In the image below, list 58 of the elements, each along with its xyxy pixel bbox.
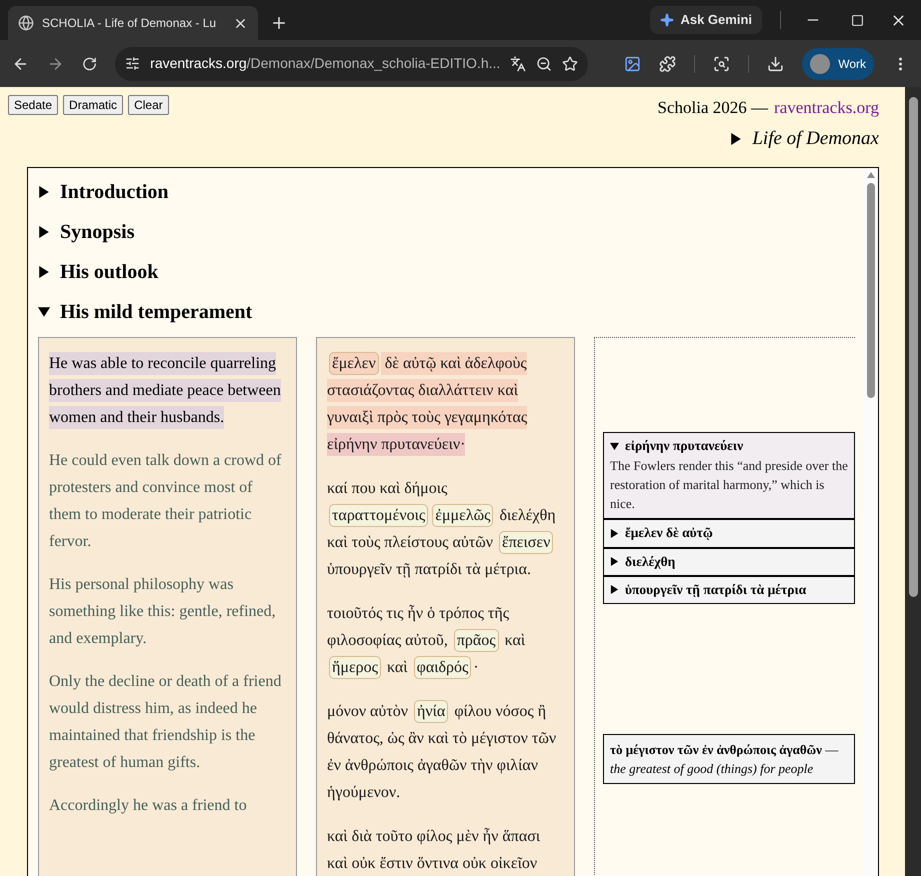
greek-paragraph: καὶ διὰ τοῦτο φίλος μὲν ἦν ἅπασι καὶ οὐκ ἔστιν ὅντινα οὐκ οἰκεῖον <box>327 826 542 874</box>
gloss-word[interactable]: ἥμερος <box>329 656 381 679</box>
sparkle-icon <box>660 13 674 27</box>
theme-button[interactable]: Clear <box>128 95 169 115</box>
translate-icon[interactable] <box>510 56 526 72</box>
ask-gemini-button[interactable]: Ask Gemini <box>650 6 762 34</box>
browser-tab[interactable]: SCHOLIA - Life of Demonax - Lu <box>8 6 258 40</box>
download-icon[interactable] <box>767 54 784 72</box>
note-item[interactable]: εἰρήνην πρυτανεύειν The Fowlers render this “and preside over the restoration of marital harmony,” which is nice. <box>604 433 854 518</box>
greek-paragraph: καί που καὶ δήμοις ταραττομένοις ἐμμελῶς διελέχθη καὶ τοὺς πλείστους αὐτῶν ἔπεισεν ὑπουργεῖν τῇ πατρίδι τὰ μέτρια. <box>327 479 557 580</box>
site-title: Scholia 2026 — <box>658 97 768 119</box>
zoom-icon[interactable] <box>536 56 552 72</box>
gloss-word[interactable]: ταραττομένοις <box>329 504 428 527</box>
note-item[interactable]: ἔμελεν δὲ αὐτῷ <box>604 518 854 546</box>
section-toggle[interactable]: Introduction <box>38 172 863 212</box>
translation-paragraph: His personal philosophy was something like this: gentle, refined, and exemplary. <box>49 575 277 649</box>
note-item[interactable]: ὑπουργεῖν τῇ πατρίδι τὰ μέτρια <box>604 574 854 603</box>
greek-paragraph: τοιοῦτός τις ἦν ὁ τρόπος τῆς φιλοσοφίας αὐτοῦ, πρᾶος καὶ ἥμερος καὶ φαιδρός · <box>327 600 564 681</box>
section-toggle[interactable]: His outlook <box>38 252 863 292</box>
theme-button[interactable]: Dramatic <box>63 95 124 115</box>
gloss-word[interactable]: ἔμελεν <box>329 352 379 375</box>
section-toggle[interactable]: His mild temperament <box>38 292 863 332</box>
page-scrollbar[interactable] <box>905 87 921 876</box>
greek-paragraph: μόνον αὐτὸν ἠνία φίλου νόσος ἢ θάνατος, ὡς ἂν καὶ τὸ μέγιστον τῶν ἐν ἀνθρώποις ἀγαθῶν τὴν φιλίαν ἡγούμενον. <box>327 698 564 806</box>
maximize-icon[interactable] <box>851 14 864 26</box>
profile-button[interactable]: Work <box>802 48 874 80</box>
new-tab-icon[interactable] <box>270 14 288 32</box>
globe-icon <box>18 15 34 31</box>
gloss-word[interactable]: ἔπεισεν <box>498 531 554 554</box>
footnote-text: τὸ μέγιστον τῶν ἐν ἀνθρώποις ἀγαθῶν — the greatest of good (things) for people <box>610 742 838 776</box>
theme-button[interactable]: Sedate <box>8 95 58 115</box>
gloss-word[interactable]: ἠνία <box>414 700 448 723</box>
section-toggle[interactable]: Synopsis <box>38 212 863 252</box>
gloss-word[interactable]: φαιδρός <box>414 656 472 679</box>
star-icon[interactable] <box>562 56 578 72</box>
url-text: raventracks.org/Demonax/Demonax_scholia-EDITIO.h... <box>150 54 500 73</box>
scroll-up-icon[interactable] <box>866 172 874 178</box>
page-nav-toggle[interactable]: Life of Demonax <box>730 124 879 153</box>
scrollbar-thumb[interactable] <box>908 97 918 597</box>
site-settings-icon[interactable] <box>125 56 140 71</box>
panel-scrollbar[interactable] <box>863 168 878 876</box>
image-extension-icon[interactable] <box>624 54 642 72</box>
translation-paragraph: Only the decline or death of a friend would distress him, as indeed he maintained that friendship is the greatest of human gifts. <box>49 672 282 773</box>
tab-title: SCHOLIA - Life of Demonax - Lu <box>42 15 216 32</box>
highlighted-phrase[interactable]: εἰρήνην πρυτανεύειν· <box>327 433 466 456</box>
site-link[interactable]: raventracks.org <box>774 95 879 120</box>
avatar-icon <box>810 54 830 74</box>
translation-paragraph: He could even talk down a crowd of protesters and convince most of them to moderate their patriotic fervor. <box>49 451 282 552</box>
translation-paragraph: Accordingly he was a friend to <box>49 796 248 816</box>
gloss-word[interactable]: ἐμμελῶς <box>432 504 494 527</box>
tab-search-icon[interactable] <box>713 54 730 72</box>
scrollbar-thumb[interactable] <box>866 183 874 398</box>
note-item[interactable]: διελέχθη <box>604 546 854 575</box>
extensions-icon[interactable] <box>659 54 676 72</box>
reload-icon[interactable] <box>82 56 98 72</box>
gloss-word[interactable]: πρᾶος <box>454 629 499 652</box>
address-bar[interactable]: raventracks.org/Demonax/Demonax_scholia-EDITIO.h... <box>115 46 588 80</box>
note-body: The Fowlers render this “and preside over the restoration of marital harmony,” which is nice. <box>610 457 848 514</box>
